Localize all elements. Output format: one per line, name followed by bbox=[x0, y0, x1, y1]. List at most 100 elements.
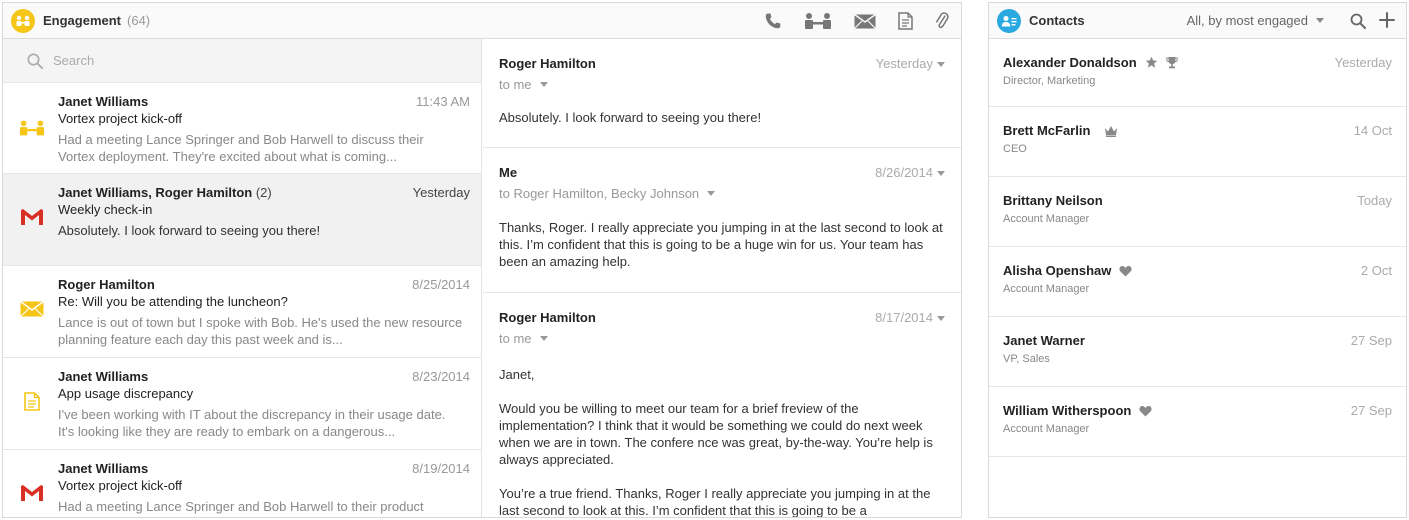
item-subject: App usage discrepancy bbox=[58, 386, 194, 401]
contact-row[interactable]: Alexander Donaldson Yesterday Director, … bbox=[989, 39, 1406, 107]
message-from: Me bbox=[499, 165, 518, 180]
contact-name-row: William Witherspoon bbox=[1003, 403, 1152, 418]
contact-row[interactable]: William Witherspoon 27 Sep Account Manag… bbox=[989, 387, 1406, 457]
contact-name-row: Brett McFarlin bbox=[1003, 123, 1118, 138]
message-recipients[interactable]: to Roger Hamilton, Becky Johnson bbox=[499, 186, 716, 201]
item-date: 8/23/2014 bbox=[412, 369, 470, 384]
item-snippet: Had a meeting Lance Springer and Bob Har… bbox=[58, 499, 424, 514]
list-item[interactable]: Janet Williams 8/19/2014 Vortex project … bbox=[3, 450, 481, 517]
message-menu-caret-icon[interactable] bbox=[937, 171, 945, 176]
list-item[interactable]: Janet Williams 8/23/2014 App usage discr… bbox=[3, 358, 481, 450]
note-icon bbox=[19, 390, 45, 412]
engagement-logo-icon bbox=[11, 8, 35, 33]
message-paragraph: Thanks, Roger. I really appreciate you j… bbox=[499, 220, 943, 269]
contact-role: VP, Sales bbox=[1003, 353, 1050, 365]
contacts-logo-icon bbox=[997, 8, 1021, 33]
list-item[interactable]: Janet Williams 11:43 AM Vortex project k… bbox=[3, 83, 481, 174]
chevron-down-icon bbox=[1316, 18, 1324, 23]
contact-name: Janet Warner bbox=[1003, 333, 1085, 348]
contact-last-date: 14 Oct bbox=[1353, 123, 1392, 138]
message-body: Thanks, Roger. I really appreciate you j… bbox=[499, 219, 944, 287]
item-sender: Janet Williams bbox=[58, 461, 148, 476]
search-bar bbox=[3, 39, 481, 83]
message-to: to me bbox=[499, 77, 532, 92]
engagement-panel: Engagement (64) Search Janet Williams 11… bbox=[2, 2, 962, 518]
contact-last-date: 2 Oct bbox=[1360, 263, 1392, 278]
message-menu-caret-icon[interactable] bbox=[937, 316, 945, 321]
document-icon[interactable] bbox=[898, 12, 913, 30]
item-thread-count: (2) bbox=[255, 185, 272, 200]
message-paragraph: Absolutely. I look forward to seeing you… bbox=[499, 110, 762, 125]
gmail-icon bbox=[19, 482, 45, 504]
contact-last-date: Yesterday bbox=[1334, 55, 1392, 70]
item-snippet: I've been working with IT about the disc… bbox=[58, 407, 446, 439]
crown-icon bbox=[1104, 125, 1118, 137]
contact-row[interactable]: Brittany Neilson Today Account Manager bbox=[989, 177, 1406, 247]
item-subject: Vortex project kick-off bbox=[58, 478, 183, 493]
engagement-header: Engagement (64) bbox=[3, 3, 961, 39]
contact-name: William Witherspoon bbox=[1003, 403, 1132, 418]
meeting-icon bbox=[19, 117, 45, 139]
contact-name-row: Alexander Donaldson bbox=[1003, 55, 1178, 70]
contact-last-date: 27 Sep bbox=[1350, 333, 1392, 348]
search-icon bbox=[27, 53, 43, 69]
contact-role: Director, Marketing bbox=[1003, 75, 1096, 87]
contacts-panel: Contacts All, by most engaged Alexander … bbox=[988, 2, 1407, 518]
heart-icon bbox=[1139, 405, 1152, 417]
attachment-icon[interactable] bbox=[935, 11, 949, 31]
message-to: to Roger Hamilton, Becky Johnson bbox=[499, 186, 700, 201]
item-date: 11:43 AM bbox=[416, 94, 470, 109]
contact-row[interactable]: Alisha Openshaw 2 Oct Account Manager bbox=[989, 247, 1406, 317]
star-icon bbox=[1145, 56, 1158, 69]
search-icon[interactable] bbox=[1350, 13, 1366, 34]
contact-role: Account Manager bbox=[1003, 283, 1090, 295]
recipients-caret-icon bbox=[707, 191, 716, 196]
message-date: 8/26/2014 bbox=[875, 165, 933, 180]
email-icon[interactable] bbox=[854, 13, 876, 29]
contact-row[interactable]: Brett McFarlin 14 Oct CEO bbox=[989, 107, 1406, 177]
item-subject: Re: Will you be attending the luncheon? bbox=[58, 294, 288, 309]
message-body: Janet, Would you be willing to meet our … bbox=[499, 366, 939, 517]
contact-name-row: Brittany Neilson bbox=[1003, 193, 1103, 208]
recipients-caret-icon bbox=[539, 82, 548, 87]
item-sender-name: Janet Williams, Roger Hamilton bbox=[58, 185, 253, 200]
contacts-title: Contacts bbox=[1029, 13, 1085, 28]
meeting-icon[interactable] bbox=[804, 12, 832, 30]
recipients-caret-icon bbox=[539, 336, 548, 341]
item-sender: Roger Hamilton bbox=[58, 277, 155, 292]
contact-name: Brittany Neilson bbox=[1003, 193, 1103, 208]
item-subject: Weekly check-in bbox=[58, 202, 153, 217]
contact-role: Account Manager bbox=[1003, 423, 1090, 435]
engagement-toolbar bbox=[742, 3, 949, 39]
contact-row[interactable]: Janet Warner 27 Sep VP, Sales bbox=[989, 317, 1406, 387]
item-sender: Janet Williams bbox=[58, 369, 148, 384]
item-sender-name: Janet Williams bbox=[58, 461, 149, 476]
message-to: to me bbox=[499, 331, 532, 346]
message-date: Yesterday bbox=[875, 56, 933, 71]
heart-icon bbox=[1119, 265, 1132, 277]
message-date: 8/17/2014 bbox=[875, 310, 933, 325]
contact-name-row: Alisha Openshaw bbox=[1003, 263, 1132, 278]
contacts-header: Contacts All, by most engaged bbox=[989, 3, 1406, 39]
item-sender: Janet Williams bbox=[58, 94, 148, 109]
item-sender-name: Janet Williams bbox=[58, 369, 149, 384]
contact-name-row: Janet Warner bbox=[1003, 333, 1085, 348]
search-input[interactable] bbox=[53, 53, 433, 68]
contact-last-date: 27 Sep bbox=[1350, 403, 1392, 418]
filter-label: All, by most engaged bbox=[1186, 13, 1308, 28]
contact-role: CEO bbox=[1003, 143, 1027, 155]
phone-icon[interactable] bbox=[764, 12, 782, 30]
engagement-count: (64) bbox=[127, 13, 151, 28]
trophy-icon bbox=[1165, 56, 1178, 69]
item-sender: Janet Williams, Roger Hamilton (2) bbox=[58, 185, 272, 200]
message-menu-caret-icon[interactable] bbox=[937, 62, 945, 67]
message-recipients[interactable]: to me bbox=[499, 77, 548, 92]
add-contact-icon[interactable] bbox=[1378, 11, 1396, 34]
list-item[interactable]: Roger Hamilton 8/25/2014 Re: Will you be… bbox=[3, 266, 481, 358]
item-snippet: Had a meeting Lance Springer and Bob Har… bbox=[58, 132, 424, 164]
item-date: 8/25/2014 bbox=[412, 277, 470, 292]
list-item-selected[interactable]: Janet Williams, Roger Hamilton (2) Yeste… bbox=[3, 174, 481, 266]
message-body: Absolutely. I look forward to seeing you… bbox=[499, 109, 939, 143]
message-recipients[interactable]: to me bbox=[499, 331, 548, 346]
contacts-filter-dropdown[interactable]: All, by most engaged bbox=[1187, 13, 1324, 28]
